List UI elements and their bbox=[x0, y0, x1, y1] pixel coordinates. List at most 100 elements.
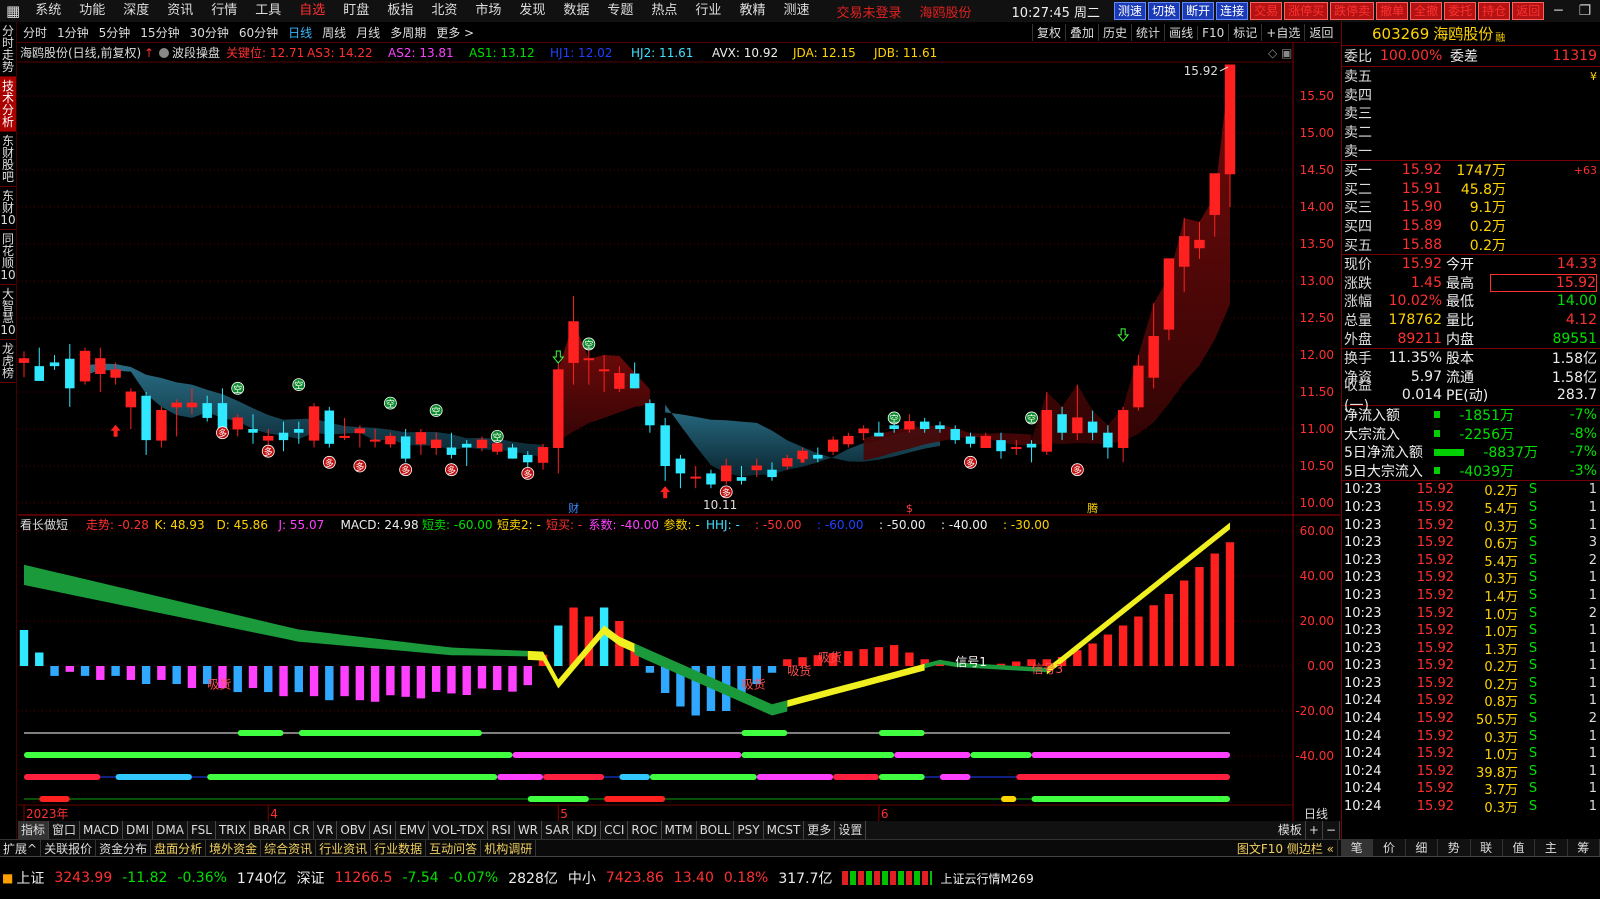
indicator-tab-21[interactable]: BOLL bbox=[697, 821, 735, 839]
quote-tab-5[interactable]: 值 bbox=[1503, 839, 1536, 856]
chart-tool-3[interactable]: 统计 bbox=[1131, 24, 1164, 41]
chart-tool-1[interactable]: 叠加 bbox=[1065, 24, 1098, 41]
left-tab-6[interactable]: 龙虎榜 bbox=[0, 340, 16, 383]
left-tab-3[interactable]: 东财10 bbox=[0, 187, 16, 230]
indicator-right-0[interactable]: 模板 bbox=[1275, 821, 1306, 839]
indicator-tab-1[interactable]: 窗口 bbox=[49, 821, 81, 839]
period-0[interactable]: 分时 bbox=[18, 24, 52, 41]
menu-item-0[interactable]: 系统 bbox=[26, 0, 70, 22]
indicator-tab-24[interactable]: 更多 bbox=[804, 821, 836, 839]
left-tab-0[interactable]: 分时走势 bbox=[0, 22, 16, 77]
menu-item-4[interactable]: 行情 bbox=[202, 0, 246, 22]
quote-tab-0[interactable]: 笔 bbox=[1341, 839, 1374, 856]
menu-item-2[interactable]: 深度 bbox=[114, 0, 158, 22]
indicator-tab-13[interactable]: VOL-TDX bbox=[429, 821, 489, 839]
quote-tab-3[interactable]: 势 bbox=[1438, 839, 1471, 856]
toolbar-button-1[interactable]: 切换 bbox=[1148, 2, 1181, 20]
menu-item-3[interactable]: 资讯 bbox=[158, 0, 202, 22]
sh-index-name[interactable]: 上证 bbox=[16, 868, 44, 888]
chart-tool-2[interactable]: 历史 bbox=[1098, 24, 1131, 41]
event-marker[interactable]: 腾 bbox=[1087, 501, 1098, 515]
indicator-right-1[interactable]: + bbox=[1306, 821, 1323, 839]
indicator-tab-5[interactable]: FSL bbox=[188, 821, 216, 839]
toolbar-button-11[interactable]: 返回 bbox=[1512, 2, 1545, 20]
trade-login-warning[interactable]: 交易未登录 bbox=[836, 2, 901, 21]
quote-tab-7[interactable]: 筹 bbox=[1568, 839, 1600, 856]
toolbar-button-4[interactable]: 交易 bbox=[1250, 2, 1283, 20]
menu-item-1[interactable]: 功能 bbox=[70, 0, 114, 22]
toolbar-button-0[interactable]: 测速 bbox=[1114, 2, 1147, 20]
indicator-tab-9[interactable]: VR bbox=[314, 821, 338, 839]
chart-tool-5[interactable]: F10 bbox=[1197, 25, 1228, 40]
indicator-tab-17[interactable]: KDJ bbox=[573, 821, 602, 839]
ext-item-8[interactable]: 互动问答 bbox=[426, 840, 482, 856]
indicator-tab-25[interactable]: 设置 bbox=[835, 821, 867, 839]
main-indicator-name[interactable]: 波段操盘 bbox=[172, 45, 220, 60]
f10-sidebar-toggle[interactable]: 图文F10 侧边栏 « bbox=[1234, 840, 1338, 856]
ext-item-6[interactable]: 行业资讯 bbox=[316, 840, 372, 856]
sz-index-name[interactable]: 深证 bbox=[297, 868, 325, 888]
toolbar-button-8[interactable]: 全撤 bbox=[1410, 2, 1443, 20]
indicator-right-2[interactable]: − bbox=[1323, 821, 1340, 839]
period-10[interactable]: 更多 > bbox=[431, 24, 479, 41]
menu-item-14[interactable]: 热点 bbox=[642, 0, 686, 22]
menu-item-8[interactable]: 板指 bbox=[378, 0, 422, 22]
indicator-tab-2[interactable]: MACD bbox=[80, 821, 124, 839]
chart-area[interactable]: 空空空空空空空 空多多多多多多多多多多15.9210.11财 $ 腾 15.5015.… bbox=[18, 43, 1340, 821]
left-tab-4[interactable]: 同花顺10 bbox=[0, 230, 16, 285]
indicator-tab-16[interactable]: SAR bbox=[542, 821, 574, 839]
period-4[interactable]: 30分钟 bbox=[185, 24, 234, 41]
toolbar-button-6[interactable]: 跌停卖 bbox=[1330, 2, 1375, 20]
indicator-tab-0[interactable]: 指标 bbox=[18, 821, 50, 839]
sub-chart-title[interactable]: 看长做短 bbox=[20, 517, 68, 532]
indicator-tab-14[interactable]: RSI bbox=[488, 821, 515, 839]
ext-item-7[interactable]: 行业数据 bbox=[371, 840, 427, 856]
toolbar-button-5[interactable]: 涨停买 bbox=[1284, 2, 1329, 20]
left-tab-1[interactable]: 技术分析 bbox=[0, 77, 16, 132]
menu-item-6[interactable]: 自选 bbox=[290, 0, 334, 22]
quote-tab-6[interactable]: 主 bbox=[1535, 839, 1568, 856]
zx-index-name[interactable]: 中小 bbox=[568, 868, 596, 888]
restore-icon[interactable]: ❐ bbox=[1571, 3, 1600, 19]
period-5[interactable]: 60分钟 bbox=[234, 24, 283, 41]
quote-tab-1[interactable]: 价 bbox=[1373, 839, 1406, 856]
menu-item-16[interactable]: 教精 bbox=[730, 0, 774, 22]
left-tab-5[interactable]: 大智慧10 bbox=[0, 285, 16, 340]
ext-item-3[interactable]: 盘面分析 bbox=[151, 840, 207, 856]
app-grid-icon[interactable]: ▦ bbox=[0, 0, 26, 22]
menu-item-9[interactable]: 北资 bbox=[422, 0, 466, 22]
toolbar-button-2[interactable]: 断开 bbox=[1182, 2, 1215, 20]
stock-warning[interactable]: 海鸥股份 bbox=[919, 2, 971, 21]
ext-item-4[interactable]: 境外资金 bbox=[206, 840, 262, 856]
menu-item-13[interactable]: 专题 bbox=[598, 0, 642, 22]
chart-tool-6[interactable]: 标记 bbox=[1228, 24, 1261, 41]
menu-item-17[interactable]: 测速 bbox=[774, 0, 818, 22]
period-9[interactable]: 多周期 bbox=[385, 24, 431, 41]
toolbar-button-3[interactable]: 连接 bbox=[1216, 2, 1249, 20]
menu-item-7[interactable]: 盯盘 bbox=[334, 0, 378, 22]
period-3[interactable]: 15分钟 bbox=[135, 24, 184, 41]
indicator-tab-15[interactable]: WR bbox=[515, 821, 543, 839]
ext-item-9[interactable]: 机构调研 bbox=[481, 840, 537, 856]
indicator-tab-20[interactable]: MTM bbox=[662, 821, 697, 839]
period-2[interactable]: 5分钟 bbox=[94, 24, 136, 41]
chart-tool-8[interactable]: 返回 bbox=[1304, 24, 1337, 41]
indicator-tab-10[interactable]: OBV bbox=[337, 821, 370, 839]
indicator-tab-22[interactable]: PSY bbox=[734, 821, 764, 839]
chart-tool-0[interactable]: 复权 bbox=[1032, 24, 1065, 41]
ext-item-0[interactable]: 扩展^ bbox=[0, 840, 42, 856]
indicator-tab-7[interactable]: BRAR bbox=[250, 821, 291, 839]
indicator-tab-6[interactable]: TRIX bbox=[216, 821, 251, 839]
event-marker[interactable]: 财 bbox=[568, 501, 579, 515]
menu-item-10[interactable]: 市场 bbox=[466, 0, 510, 22]
cloud-quote-label[interactable]: 上证云行情M269 bbox=[940, 870, 1033, 887]
toolbar-button-7[interactable]: 撤单 bbox=[1376, 2, 1409, 20]
indicator-tab-18[interactable]: CCI bbox=[601, 821, 629, 839]
quote-tab-4[interactable]: 联 bbox=[1471, 839, 1503, 856]
chart-settings-icon[interactable]: ◇ ▣ bbox=[1268, 46, 1292, 60]
period-6[interactable]: 日线 bbox=[283, 24, 317, 41]
ext-item-5[interactable]: 综合资讯 bbox=[261, 840, 317, 856]
chart-tool-4[interactable]: 画线 bbox=[1164, 24, 1197, 41]
quote-tab-2[interactable]: 细 bbox=[1406, 839, 1439, 856]
toolbar-button-10[interactable]: 持仓 bbox=[1478, 2, 1511, 20]
